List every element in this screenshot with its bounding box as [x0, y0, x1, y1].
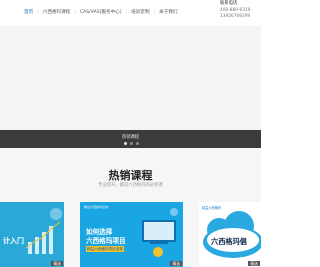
- nav-about-us[interactable]: 关于我们: [155, 9, 181, 15]
- nav-service-center[interactable]: CAS/VAS[服务中心]: [76, 9, 126, 15]
- course-card-3[interactable]: 精益六西格玛 六西格玛倡 精选: [199, 202, 261, 267]
- course-card-2[interactable]: 精益六西格玛咨询 如何选择 六西格玛项目 精益六西格玛项目选择 精选: [80, 202, 183, 267]
- course-card-tag: 精选: [170, 261, 182, 266]
- section-subtitle: 专业提升，都是六西格玛的必修课: [98, 183, 163, 188]
- section-title: 热销课程: [108, 169, 153, 182]
- carousel-dot[interactable]: [124, 142, 127, 145]
- contact-phone-2: 13926769299: [220, 14, 251, 19]
- course-card-tag: 精选: [51, 261, 63, 266]
- banner-caption-bar: 热销课程: [0, 130, 261, 148]
- course-card-text: 六西格玛倡: [211, 237, 247, 246]
- course-card-illustration: [25, 208, 62, 254]
- banner-caption: 热销课程: [121, 135, 140, 140]
- carousel-dots: [124, 142, 139, 145]
- top-header: 首页 | 六西格玛课程 | CAS/VAS[服务中心] | 培训定制 | 关于我…: [0, 0, 261, 26]
- hot-courses-section: 热销课程 专业提升，都是六西格玛的必修课 计入门 精选 精益六西格玛咨询 如何选…: [0, 148, 261, 267]
- course-card-title-line2: 六西格玛项目: [86, 237, 126, 245]
- nav-home[interactable]: 首页: [20, 9, 37, 15]
- course-card-brand: 精益六西格玛: [202, 206, 222, 210]
- nav-six-sigma-courses[interactable]: 六西格玛课程: [39, 9, 75, 15]
- contact-info: 联系电话 400-880-6319 13926769299: [220, 1, 250, 21]
- course-card-text: 计入门: [3, 237, 24, 245]
- course-card-button[interactable]: 精益六西格玛项目选择: [86, 246, 124, 252]
- main-nav: 首页 | 六西格玛课程 | CAS/VAS[服务中心] | 培训定制 | 关于我…: [20, 9, 182, 16]
- carousel-dot[interactable]: [130, 142, 133, 145]
- nav-custom-training[interactable]: 培训定制: [127, 9, 153, 15]
- course-card-tag: 精选: [248, 261, 260, 266]
- cloud-icon: [203, 211, 261, 258]
- hero-banner[interactable]: [0, 26, 261, 130]
- course-card-brand: 精益六西格玛咨询: [84, 205, 109, 209]
- course-card-1[interactable]: 计入门 精选: [0, 202, 64, 267]
- carousel-dot[interactable]: [136, 142, 139, 145]
